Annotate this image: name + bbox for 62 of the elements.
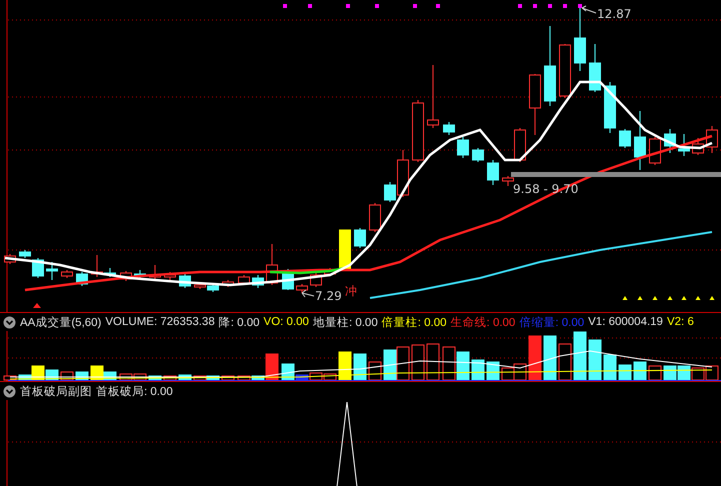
candlestick: [412, 100, 424, 162]
candlestick: [619, 128, 631, 148]
candlestick: [164, 272, 176, 280]
candlestick: [149, 264, 161, 280]
low-price-label: 7.29: [315, 289, 342, 303]
candlestick: [222, 280, 234, 288]
panel-title: AA成交量(5,60): [20, 315, 102, 330]
panel-title: 首板破局副图: [20, 384, 92, 398]
signal-triangle: [652, 296, 658, 300]
pointer-arrow: [582, 6, 596, 14]
candlestick: [692, 138, 704, 156]
signal-triangle: [710, 296, 714, 300]
indicator-value: 首板破局: 0.00: [96, 384, 173, 398]
candlestick: [207, 284, 219, 292]
candlestick: [369, 202, 381, 232]
candlestick: [61, 270, 73, 278]
candlestick: [559, 44, 571, 98]
candlestick: [266, 244, 278, 286]
buy-arrow-icon: [33, 303, 41, 308]
candlestick: [678, 134, 690, 156]
candlestick: [589, 44, 601, 92]
collapse-icon[interactable]: [3, 316, 16, 328]
indicator-value: 倍量柱: 0.00: [382, 316, 447, 330]
collapse-icon[interactable]: [3, 384, 16, 398]
high-price-label: 12.87: [597, 7, 632, 21]
indicator-value: VOLUME: 726353.38: [105, 316, 215, 328]
candlestick: [634, 110, 646, 170]
candlestick: [443, 122, 455, 136]
candlestick: [514, 128, 526, 162]
candlestick: [339, 230, 351, 270]
indicator-value: 生命线: 0.00: [450, 316, 516, 330]
candlestick: [134, 270, 146, 278]
indicator-value: 降: 0.00: [218, 316, 260, 330]
indicator-value: 倍缩量: 0.00: [519, 316, 584, 330]
candlestick: [664, 128, 676, 154]
candlestick: [252, 274, 264, 288]
candlestick: [706, 126, 718, 154]
indicator-value: 地量柱: 0.00: [312, 316, 378, 330]
candlestick: [487, 160, 499, 186]
signal-triangle: [638, 296, 642, 300]
indicator-value: V1: 600004.19: [588, 316, 663, 328]
signal-triangle: [668, 296, 672, 300]
candlestick: [120, 270, 132, 282]
candlestick: [4, 254, 16, 264]
signal-triangle: [682, 296, 686, 300]
candlestick: [604, 82, 616, 134]
candlestick: [296, 284, 308, 294]
indicator-value: V2: 6: [666, 316, 694, 328]
indicator-value: VO: 0.00: [264, 316, 309, 328]
candlestick: [457, 136, 469, 158]
candlestick: [238, 274, 250, 286]
candlestick: [502, 176, 514, 186]
candlestick: [46, 262, 58, 280]
candlestick: [427, 64, 439, 128]
pointer-arrow: [302, 290, 314, 298]
candlestick: [472, 148, 484, 162]
candlestick: [354, 228, 366, 248]
candlestick: [529, 74, 541, 136]
signal-label: 冲: [345, 284, 357, 298]
signal-triangle: [622, 296, 628, 300]
candlestick: [649, 136, 661, 166]
signal-triangle: [696, 296, 700, 300]
